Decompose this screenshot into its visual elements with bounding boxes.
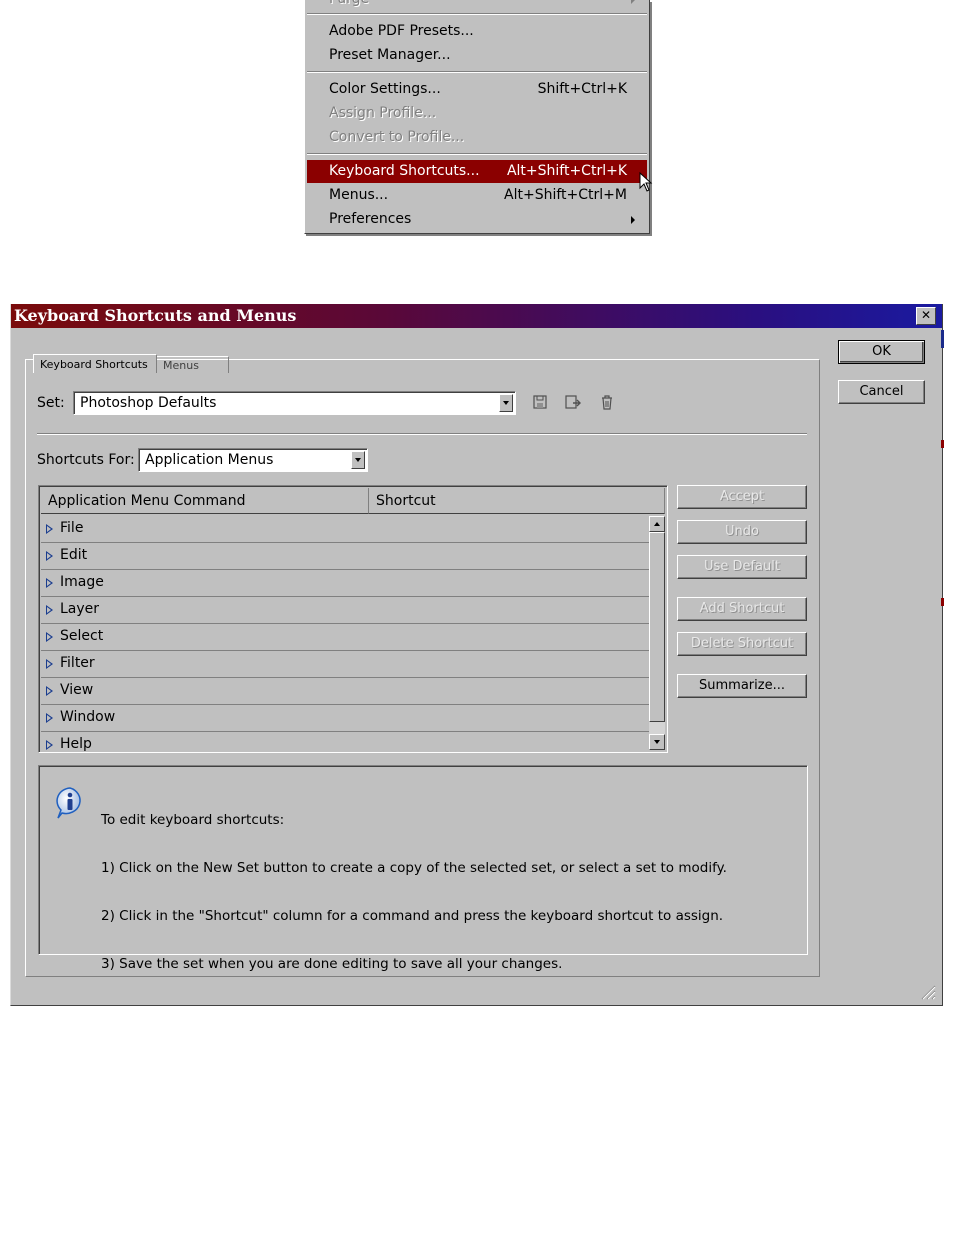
menu-separator [307, 13, 647, 15]
set-label: Set: [37, 395, 65, 411]
menu-item-color-settings[interactable]: Color Settings... Shift+Ctrl+K [307, 78, 647, 101]
close-icon: ✕ [920, 308, 932, 322]
expand-triangle-icon[interactable] [46, 524, 53, 534]
use-default-button[interactable]: Use Default [677, 555, 807, 579]
menu-item-convert-to-profile[interactable]: Convert to Profile... [307, 126, 647, 149]
shortcuts-for-dropdown[interactable]: Application Menus [138, 448, 368, 472]
chevron-down-icon[interactable] [351, 451, 365, 469]
menu-item-keyboard-shortcuts[interactable]: Keyboard Shortcuts... Alt+Shift+Ctrl+K [307, 160, 647, 183]
background-fragment [941, 440, 944, 448]
resize-grip-icon[interactable] [918, 982, 936, 1000]
table-scrollbar[interactable] [649, 516, 665, 750]
scrollbar-thumb[interactable] [649, 532, 665, 722]
table-row[interactable]: Layer [41, 597, 649, 624]
add-shortcut-button[interactable]: Add Shortcut [677, 597, 807, 621]
dialog-title-bar[interactable]: Keyboard Shortcuts and Menus ✕ [11, 304, 942, 328]
expand-triangle-icon[interactable] [46, 686, 53, 696]
trash-icon[interactable] [599, 394, 615, 410]
keyboard-shortcuts-dialog: Keyboard Shortcuts and Menus ✕ OK Cancel… [10, 304, 943, 1006]
background-fragment [941, 598, 944, 606]
menu-item-preset-manager[interactable]: Preset Manager... [307, 44, 647, 67]
expand-triangle-icon[interactable] [46, 551, 53, 561]
menu-item-purge[interactable]: Purge [307, 0, 647, 11]
ok-button[interactable]: OK [838, 340, 925, 364]
dialog-title: Keyboard Shortcuts and Menus [14, 306, 297, 325]
table-row[interactable]: Window [41, 705, 649, 732]
cancel-button[interactable]: Cancel [838, 380, 925, 404]
info-icon [56, 787, 81, 819]
scroll-up-icon[interactable] [649, 516, 665, 532]
column-header-shortcut[interactable]: Shortcut [369, 488, 665, 514]
shortcuts-for-label: Shortcuts For: [37, 452, 135, 468]
undo-button[interactable]: Undo [677, 520, 807, 544]
accept-button[interactable]: Accept [677, 485, 807, 509]
mouse-pointer-icon [639, 172, 653, 192]
submenu-arrow-icon [631, 0, 635, 4]
expand-triangle-icon[interactable] [46, 740, 53, 750]
expand-triangle-icon[interactable] [46, 605, 53, 615]
info-box: To edit keyboard shortcuts: 1) Click on … [38, 765, 808, 972]
set-dropdown[interactable]: Photoshop Defaults [73, 391, 516, 415]
column-header-command[interactable]: Application Menu Command [41, 488, 369, 514]
menu-separator [307, 153, 647, 155]
chevron-down-icon[interactable] [499, 394, 513, 412]
menu-separator [307, 71, 647, 73]
info-text: To edit keyboard shortcuts: 1) Click on … [101, 812, 727, 972]
expand-triangle-icon[interactable] [46, 578, 53, 588]
save-set-icon[interactable] [532, 394, 548, 410]
expand-triangle-icon[interactable] [46, 632, 53, 642]
divider [37, 433, 807, 435]
table-row[interactable]: View [41, 678, 649, 705]
new-set-icon[interactable] [564, 394, 582, 410]
scroll-down-icon[interactable] [649, 734, 665, 750]
table-row[interactable]: File [41, 516, 649, 543]
menu-item-menus[interactable]: Menus... Alt+Shift+Ctrl+M [307, 184, 647, 207]
table-row[interactable]: Help [41, 732, 649, 752]
background-fragment [941, 330, 944, 348]
menu-item-assign-profile[interactable]: Assign Profile... [307, 102, 647, 125]
table-row[interactable]: Image [41, 570, 649, 597]
table-row[interactable]: Select [41, 624, 649, 651]
tab-keyboard-shortcuts[interactable]: Keyboard Shortcuts [33, 354, 157, 373]
tab-menus[interactable]: Menus [157, 356, 229, 373]
menu-item-preferences[interactable]: Preferences [307, 208, 647, 231]
table-row[interactable]: Filter [41, 651, 649, 678]
expand-triangle-icon[interactable] [46, 713, 53, 723]
shortcuts-table: Application Menu Command Shortcut File E… [38, 485, 668, 753]
summarize-button[interactable]: Summarize... [677, 674, 807, 698]
submenu-arrow-icon [631, 216, 635, 224]
expand-triangle-icon[interactable] [46, 659, 53, 669]
menu-item-adobe-pdf-presets[interactable]: Adobe PDF Presets... [307, 20, 647, 43]
table-row[interactable]: Edit [41, 543, 649, 570]
close-button[interactable]: ✕ [916, 307, 936, 325]
edit-menu: Purge Adobe PDF Presets... Preset Manage… [304, 0, 650, 234]
delete-shortcut-button[interactable]: Delete Shortcut [677, 632, 807, 656]
